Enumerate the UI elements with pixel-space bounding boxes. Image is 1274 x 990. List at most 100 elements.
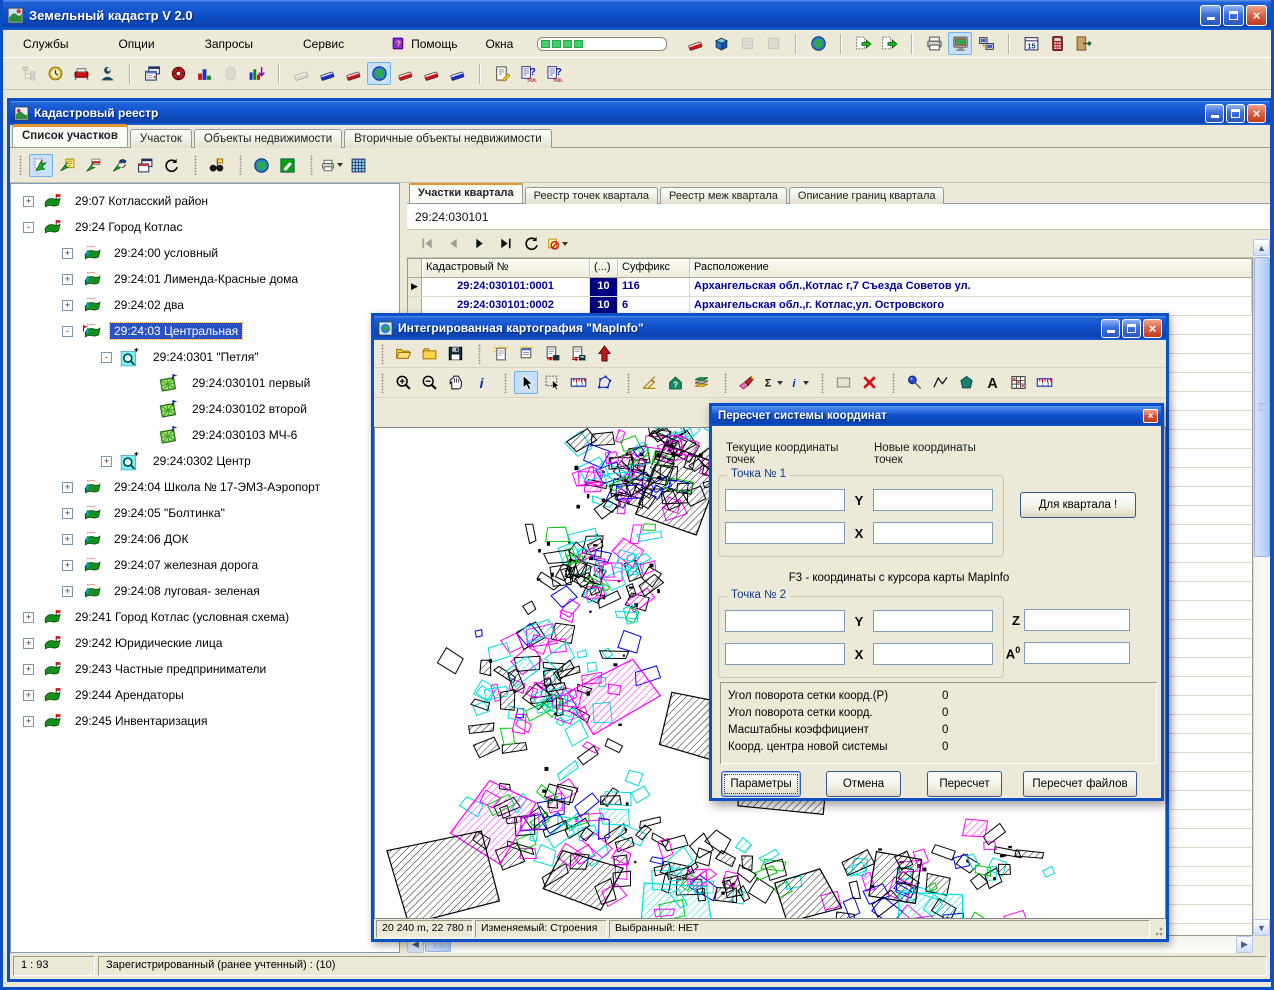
note-arrow-icon[interactable] — [55, 154, 79, 177]
globe-icon[interactable] — [249, 154, 273, 177]
book-red-icon[interactable] — [419, 62, 443, 85]
tree-item[interactable]: +29:245 Инвентаризация — [11, 708, 399, 734]
resize-grip[interactable] — [1152, 920, 1164, 938]
exit-door-icon[interactable] — [1071, 32, 1095, 55]
menu-item-запросы[interactable]: Запросы — [191, 33, 267, 55]
polygon-teal-icon[interactable] — [954, 371, 978, 394]
calendar-icon[interactable]: 15 — [1019, 32, 1043, 55]
book-blue-icon[interactable] — [315, 62, 339, 85]
dialog-titlebar[interactable]: Пересчет системы координат × — [712, 406, 1161, 426]
crumple-icon[interactable] — [735, 32, 759, 55]
ruler-icon[interactable]: 13 — [1032, 371, 1056, 394]
oval-icon[interactable] — [218, 62, 242, 85]
block-tab-2[interactable]: Реестр точек квартала — [525, 187, 658, 204]
tree-item[interactable]: 29:24:030101 первый — [11, 370, 399, 396]
point1-new-x-input[interactable] — [873, 522, 993, 544]
scroll-up-button[interactable]: ▲ — [1253, 239, 1270, 256]
toolbar-drag-handle[interactable] — [821, 373, 824, 393]
registry-tab-4[interactable]: Вторичные объекты недвижимости — [344, 129, 552, 148]
tree-expander[interactable]: + — [23, 716, 34, 727]
info-blue-icon[interactable]: i — [786, 371, 810, 394]
column-header-suffix[interactable]: Суффикс — [618, 259, 690, 277]
ruler-icon[interactable]: 13 — [566, 371, 590, 394]
tree-item[interactable]: +29:24:0302 Центр — [11, 448, 399, 474]
chart-bars-icon[interactable] — [192, 62, 216, 85]
layers-icon[interactable] — [689, 371, 713, 394]
doc-save-icon[interactable] — [540, 342, 564, 365]
toolbar-drag-handle[interactable] — [892, 373, 895, 393]
menu-item-окна[interactable]: Окна — [471, 33, 527, 55]
text-a-icon[interactable]: A — [980, 371, 1004, 394]
sql-query-icon[interactable]: ?SQL — [516, 62, 540, 85]
tree-expander[interactable]: + — [62, 300, 73, 311]
poly-select-icon[interactable] — [592, 371, 616, 394]
point1-current-y-input[interactable] — [725, 489, 845, 511]
main-titlebar[interactable]: Земельный кадастр V 2.0 × — [3, 0, 1271, 30]
tree-item[interactable]: +29:244 Арендаторы — [11, 682, 399, 708]
toolbar-drag-handle[interactable] — [627, 373, 630, 393]
toolbar-drag-handle[interactable] — [381, 373, 384, 393]
tree-item[interactable]: +29:24:02 два — [11, 292, 399, 318]
tree-view-icon[interactable] — [17, 62, 41, 85]
cell-cadastral-number[interactable]: 29:24:030101:0001 — [422, 278, 590, 296]
cell-location[interactable]: Архангельская обл.,Котлас г,7 Съезда Сов… — [690, 278, 1252, 296]
export-arrow-icon[interactable] — [877, 32, 901, 55]
parameters-button[interactable]: Параметры — [721, 771, 801, 797]
flashlight-icon[interactable] — [734, 371, 758, 394]
toolbar-drag-handle[interactable] — [310, 155, 313, 175]
table-grid-icon[interactable] — [346, 154, 370, 177]
tree-item[interactable]: -29:24 Город Котлас — [11, 214, 399, 240]
polyline-icon[interactable] — [928, 371, 952, 394]
dropdown-arrow-icon[interactable] — [803, 381, 809, 385]
delete-x-icon[interactable] — [857, 371, 881, 394]
cancel-button[interactable]: Отмена — [826, 771, 901, 797]
crumple-icon[interactable] — [761, 32, 785, 55]
z-input[interactable] — [1024, 609, 1130, 631]
tree-expander[interactable]: + — [23, 196, 34, 207]
info-i-icon[interactable]: i — [469, 371, 493, 394]
tree-item[interactable]: +29:24:00 условный — [11, 240, 399, 266]
rect-plain-icon[interactable] — [831, 371, 855, 394]
drafting-icon[interactable] — [637, 371, 661, 394]
dialog-close-button[interactable]: × — [1143, 409, 1158, 423]
nav-next-icon[interactable] — [467, 232, 491, 255]
dropdown-arrow-icon[interactable] — [337, 163, 343, 167]
registry-minimize-button[interactable] — [1205, 104, 1224, 123]
del-arrow-icon[interactable] — [81, 154, 105, 177]
block-tab-3[interactable]: Реестр меж квартала — [660, 187, 787, 204]
point2-new-y-input[interactable] — [873, 610, 993, 632]
tree-expander[interactable]: - — [62, 326, 73, 337]
block-code-field[interactable]: 29:24:030101 — [407, 204, 1270, 230]
tree-item[interactable]: +29:07 Котласский район — [11, 188, 399, 214]
network-icon[interactable] — [974, 32, 998, 55]
tree-expander[interactable]: + — [101, 456, 112, 467]
recalc-button[interactable]: Пересчет — [927, 771, 1002, 797]
sql-query-icon[interactable]: ?SQL — [542, 62, 566, 85]
cursor-icon[interactable] — [514, 371, 538, 394]
cell-count-badge[interactable]: 10 — [590, 278, 618, 296]
menu-item-помощь[interactable]: ?Помощь — [376, 31, 471, 56]
editable-layer-status[interactable]: Изменяемый: Строения — [475, 920, 607, 938]
zoom-out-icon[interactable] — [417, 371, 441, 394]
tree-item[interactable]: -29:24:0301 "Петля" — [11, 344, 399, 370]
import-arrow-icon[interactable] — [851, 32, 875, 55]
doc-alt-icon[interactable] — [514, 342, 538, 365]
wheel-icon[interactable] — [166, 62, 190, 85]
registry-tab-2[interactable]: Участок — [130, 129, 192, 148]
dropdown-arrow-icon[interactable] — [777, 381, 783, 385]
tree-item[interactable]: 29:24:030102 второй — [11, 396, 399, 422]
select-dash-icon[interactable] — [540, 371, 564, 394]
menu-item-сервис[interactable]: Сервис — [289, 33, 358, 55]
binoculars-icon[interactable] — [204, 154, 228, 177]
column-header-location[interactable]: Расположение — [690, 259, 1252, 277]
point1-new-y-input[interactable] — [873, 489, 993, 511]
tree-item[interactable]: +29:24:05 "Болтинка" — [11, 500, 399, 526]
tree-expander[interactable]: + — [62, 560, 73, 571]
tree-item[interactable]: -29:24:03 Центральная — [11, 318, 399, 344]
hand-icon[interactable] — [443, 371, 467, 394]
tree-expander[interactable]: + — [23, 638, 34, 649]
tree-expander[interactable]: + — [62, 482, 73, 493]
toolbar-drag-handle[interactable] — [724, 373, 727, 393]
point1-current-x-input[interactable] — [725, 522, 845, 544]
cards-icon[interactable] — [140, 62, 164, 85]
